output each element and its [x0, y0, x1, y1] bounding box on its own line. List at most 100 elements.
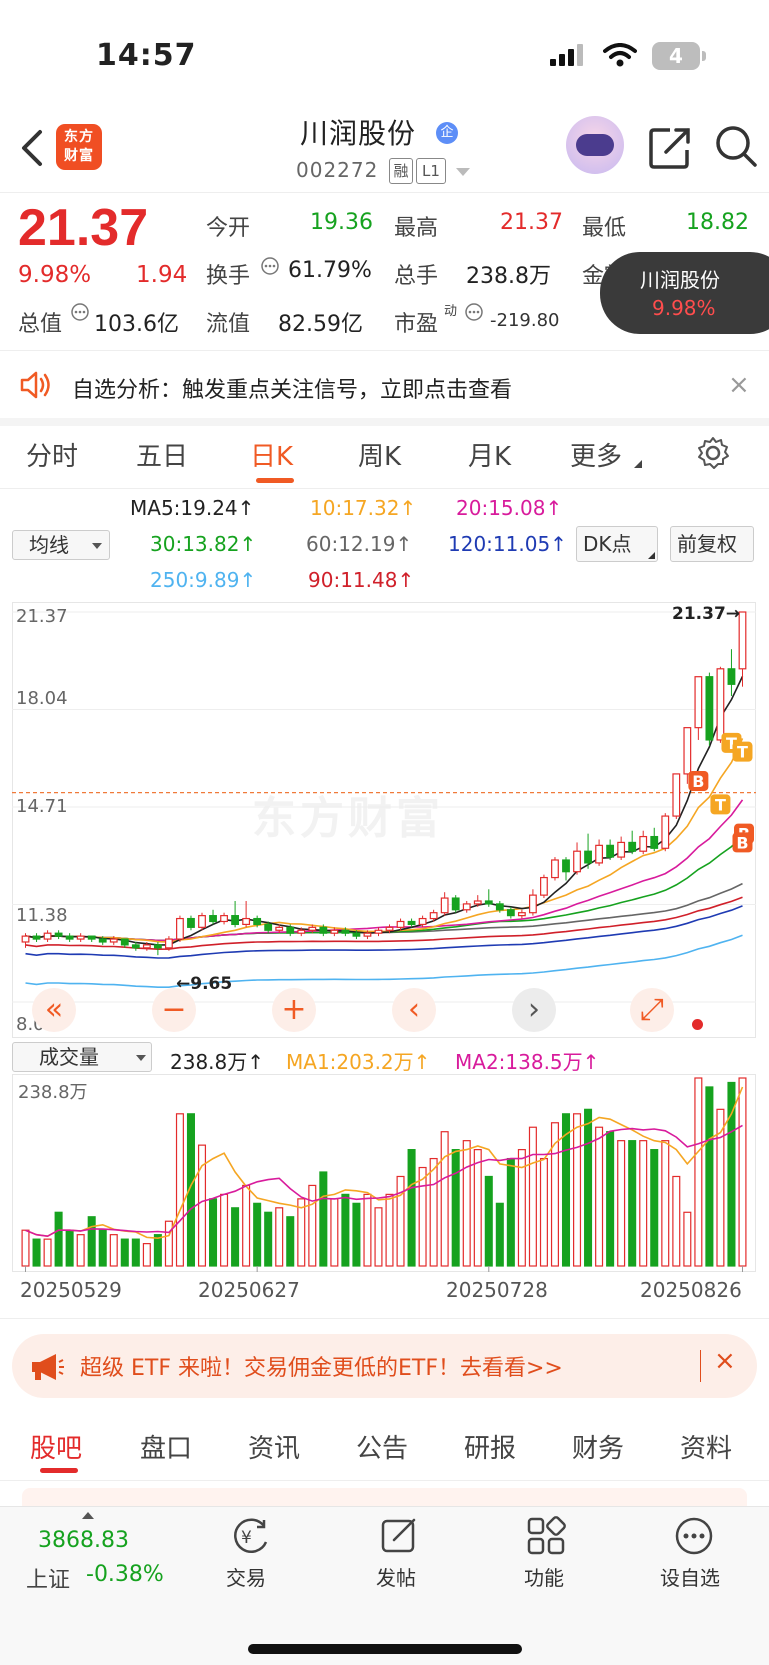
zoom-out-icon[interactable]: −: [152, 988, 196, 1032]
index-value[interactable]: 3868.83: [38, 1528, 129, 1553]
volume-bar: [242, 1184, 251, 1267]
floating-stock-name: 川润股份: [640, 268, 720, 292]
tab-news[interactable]: 资讯: [248, 1428, 300, 1465]
tab-more[interactable]: 更多: [570, 436, 622, 473]
nav-add-watchlist[interactable]: 设自选: [660, 1562, 720, 1591]
scroll-right-icon[interactable]: ›: [512, 988, 556, 1032]
volume-bar: [153, 1234, 162, 1267]
dk-point-button[interactable]: DK点: [576, 526, 658, 562]
active-tab-indicator: [40, 1468, 78, 1473]
nav-trade[interactable]: 交易: [226, 1562, 266, 1591]
volume-bar: [374, 1207, 383, 1267]
info-dots-icon[interactable]: [260, 256, 280, 276]
volume-bar: [539, 1157, 548, 1267]
candle-body: [528, 894, 537, 914]
candle-body: [297, 929, 306, 934]
back-icon[interactable]: [18, 128, 46, 168]
volume-bar: [120, 1238, 129, 1267]
volume-bar: [32, 1238, 41, 1267]
volume-bar: [462, 1140, 471, 1267]
volume-bar: [407, 1149, 416, 1267]
dk-point-label: DK点: [583, 532, 632, 556]
signal-marker-label: B: [736, 833, 748, 852]
tab-daily-k[interactable]: 日K: [250, 436, 293, 473]
volume-bar: [330, 1198, 339, 1267]
close-icon[interactable]: ×: [728, 370, 750, 400]
candle-body: [286, 926, 295, 934]
candle-body: [540, 876, 548, 896]
volume-bar: [253, 1202, 262, 1267]
kline-chart[interactable]: BTBTTB: [12, 602, 756, 1038]
candle-body: [242, 917, 251, 926]
tab-profile[interactable]: 资料: [680, 1428, 732, 1465]
signal-marker-label: T: [715, 795, 726, 814]
candle-body: [198, 915, 206, 928]
volume-bar: [528, 1126, 537, 1267]
more-circle-icon[interactable]: [674, 1516, 714, 1556]
promo-separator: [700, 1350, 701, 1382]
candle-body: [109, 938, 118, 943]
app-logo[interactable]: 东方 财富: [56, 124, 102, 170]
volume-value: 238.8万: [466, 264, 551, 289]
last-price: 21.37: [18, 199, 149, 257]
candle-body: [32, 935, 41, 940]
volume-bar: [683, 1211, 692, 1267]
adjust-button[interactable]: 前复权: [670, 526, 754, 562]
info-dots-icon[interactable]: [70, 302, 90, 322]
expand-up-icon[interactable]: [82, 1512, 94, 1519]
y-label-4: 11.38: [16, 905, 68, 926]
info-dots-icon[interactable]: [464, 302, 484, 322]
tab-research[interactable]: 研报: [464, 1428, 516, 1465]
chevron-down-icon[interactable]: [456, 168, 470, 176]
speaker-icon: [20, 371, 50, 399]
tab-intraday[interactable]: 分时: [26, 436, 78, 473]
share-icon[interactable]: [648, 126, 692, 170]
candle-body: [506, 909, 515, 917]
ma10-label: 10:17.32↑: [310, 496, 417, 520]
low-value: 18.82: [686, 210, 749, 235]
tab-five-day[interactable]: 五日: [136, 436, 188, 473]
zoom-in-icon[interactable]: +: [272, 988, 316, 1032]
tab-weekly-k[interactable]: 周K: [358, 436, 401, 473]
close-icon[interactable]: ×: [714, 1346, 736, 1376]
status-time: 14:57: [96, 38, 197, 73]
ma30-label: 30:13.82↑: [150, 532, 257, 556]
volume-bar: [352, 1202, 361, 1267]
candle-body: [429, 912, 438, 920]
volume-current: 238.8万↑: [170, 1050, 265, 1074]
open-value: 19.36: [310, 210, 373, 235]
tab-forum[interactable]: 股吧: [30, 1428, 82, 1465]
volume-bar: [506, 1157, 515, 1267]
nav-post[interactable]: 发帖: [376, 1562, 416, 1591]
fullscreen-icon[interactable]: ⤢: [630, 988, 674, 1032]
volume-bar: [429, 1157, 438, 1267]
scroll-left-icon[interactable]: ‹: [392, 988, 436, 1032]
volume-ma1: MA1:203.2万↑: [286, 1050, 431, 1074]
volume-bar: [606, 1131, 615, 1267]
candle-body: [562, 859, 570, 873]
rewind-control-icon[interactable]: «: [32, 988, 76, 1032]
tab-monthly-k[interactable]: 月K: [468, 436, 511, 473]
nav-functions[interactable]: 功能: [524, 1562, 564, 1591]
content-preview-strip: [22, 1488, 747, 1506]
volume-bar: [628, 1140, 637, 1267]
search-icon[interactable]: [714, 124, 758, 168]
low-marker-value: 9.65: [190, 974, 233, 994]
volume-bar: [661, 1140, 670, 1267]
open-label: 今开: [206, 216, 251, 241]
tab-order-book[interactable]: 盘口: [140, 1428, 192, 1465]
grid-apps-icon[interactable]: [526, 1516, 566, 1556]
settings-gear-icon[interactable]: [696, 436, 730, 470]
volume-bar: [286, 1216, 295, 1267]
compose-icon[interactable]: [380, 1516, 420, 1556]
x-label-4: 20250826: [640, 1278, 742, 1302]
trade-icon[interactable]: ¥: [228, 1516, 272, 1556]
home-indicator: [248, 1644, 522, 1654]
ma-line: [25, 934, 743, 989]
tab-announcements[interactable]: 公告: [356, 1428, 408, 1465]
tab-financials[interactable]: 财务: [572, 1428, 624, 1465]
volume-indicator-select[interactable]: 成交量: [12, 1042, 152, 1072]
tab-divider: [0, 488, 769, 489]
candle-body: [595, 844, 603, 864]
level-tag: L1: [416, 158, 446, 184]
